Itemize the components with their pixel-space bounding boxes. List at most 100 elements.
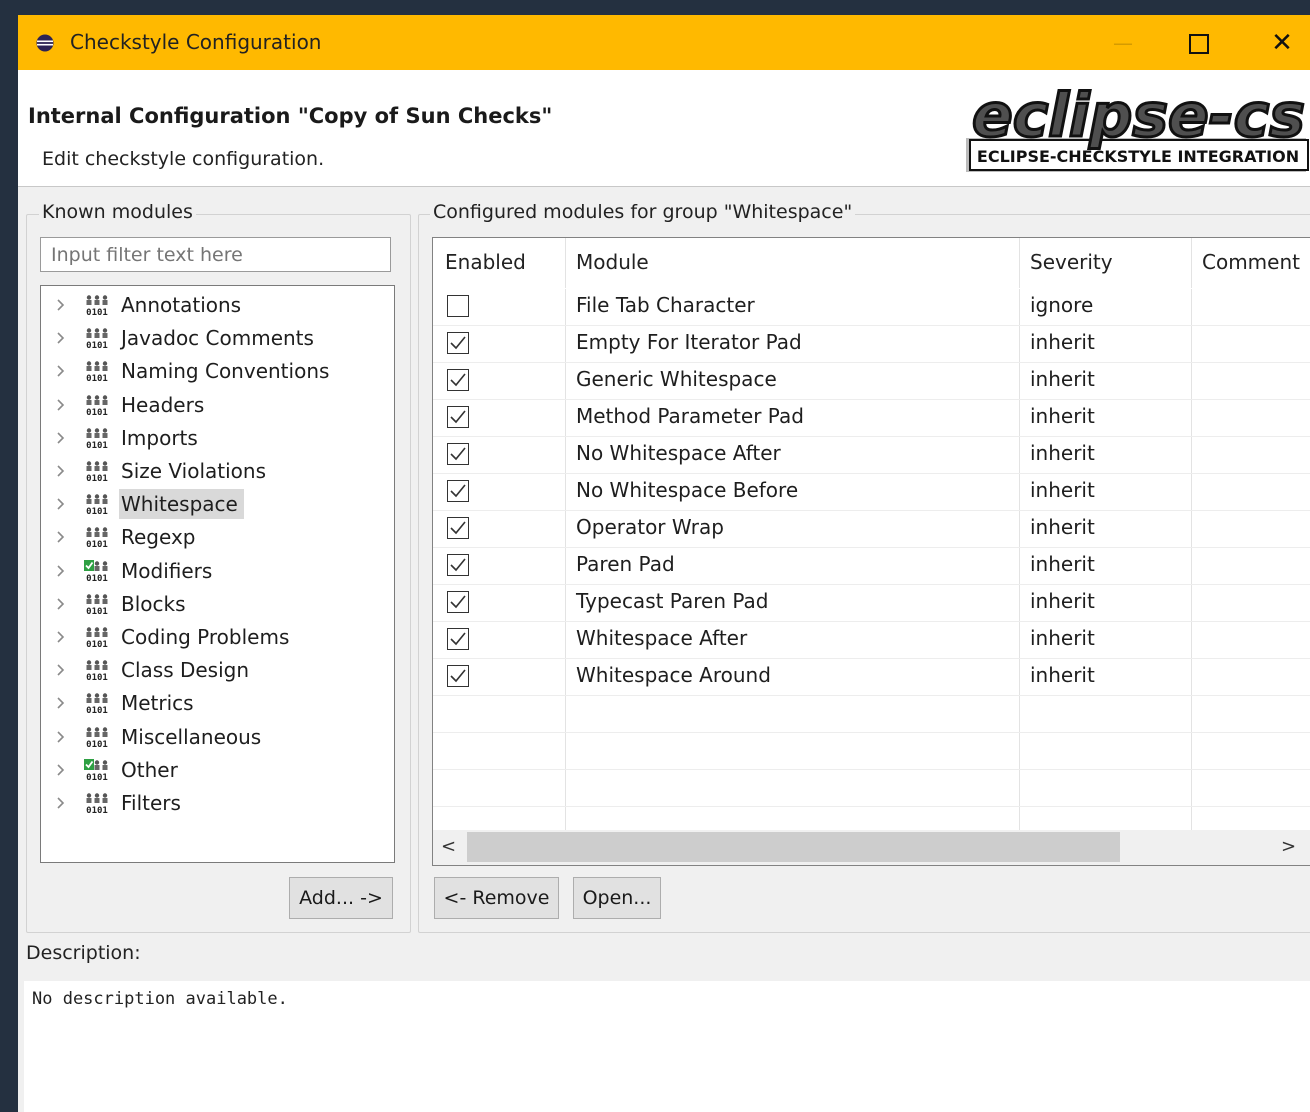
module-icon: 0101 bbox=[86, 428, 108, 449]
module-name-cell: Empty For Iterator Pad bbox=[576, 330, 802, 354]
tree-item-miscellaneous[interactable]: 0101 Miscellaneous bbox=[55, 722, 267, 752]
tree-item-imports[interactable]: 0101 Imports bbox=[55, 423, 204, 453]
enabled-checkbox[interactable] bbox=[447, 443, 469, 465]
add-module-button[interactable]: Add... -> bbox=[289, 877, 393, 919]
chevron-right-icon[interactable] bbox=[55, 565, 67, 577]
module-filter-input[interactable] bbox=[40, 237, 391, 272]
chevron-right-icon[interactable] bbox=[55, 399, 67, 411]
enabled-checkbox[interactable] bbox=[447, 406, 469, 428]
enabled-checkbox[interactable] bbox=[447, 295, 469, 317]
eclipse-cs-logo: eclipse-cs ECLIPSE-CHECKSTYLE INTEGRATIO… bbox=[966, 80, 1309, 172]
description-label: Description: bbox=[26, 942, 141, 964]
tree-item-label: Javadoc Comments bbox=[121, 326, 314, 351]
enabled-checkbox[interactable] bbox=[447, 480, 469, 502]
tree-item-class-design[interactable]: 0101 Class Design bbox=[55, 655, 255, 685]
description-area[interactable]: No description available. bbox=[24, 981, 1310, 1112]
horizontal-scrollbar[interactable]: < > bbox=[433, 830, 1310, 865]
severity-cell: inherit bbox=[1030, 367, 1095, 391]
tree-item-coding-problems[interactable]: 0101 Coding Problems bbox=[55, 622, 295, 652]
enabled-checkbox[interactable] bbox=[447, 591, 469, 613]
enabled-checkbox[interactable] bbox=[447, 665, 469, 687]
enabled-checkbox[interactable] bbox=[447, 628, 469, 650]
close-icon[interactable]: ✕ bbox=[1262, 23, 1302, 63]
chevron-right-icon[interactable] bbox=[55, 299, 67, 311]
chevron-right-icon[interactable] bbox=[55, 598, 67, 610]
severity-cell: inherit bbox=[1030, 515, 1095, 539]
module-name-cell: Typecast Paren Pad bbox=[576, 589, 769, 613]
enabled-checkbox[interactable] bbox=[447, 554, 469, 576]
svg-text:0101: 0101 bbox=[86, 441, 108, 449]
chevron-right-icon[interactable] bbox=[55, 631, 67, 643]
column-header-severity[interactable]: Severity bbox=[1030, 250, 1113, 274]
tree-item-label: Naming Conventions bbox=[121, 359, 330, 384]
chevron-right-icon[interactable] bbox=[55, 332, 67, 344]
column-header-enabled[interactable]: Enabled bbox=[445, 250, 526, 274]
remove-module-button[interactable]: <- Remove bbox=[434, 877, 559, 919]
maximize-icon[interactable] bbox=[1179, 23, 1219, 63]
tree-item-label: Class Design bbox=[121, 658, 250, 683]
chevron-right-icon[interactable] bbox=[55, 365, 67, 377]
severity-cell: inherit bbox=[1030, 404, 1095, 428]
svg-text:0101: 0101 bbox=[86, 507, 108, 515]
logo-tagline: ECLIPSE-CHECKSTYLE INTEGRATION bbox=[977, 147, 1299, 166]
chevron-right-icon[interactable] bbox=[55, 797, 67, 809]
severity-cell: inherit bbox=[1030, 330, 1095, 354]
enabled-checkbox[interactable] bbox=[447, 517, 469, 539]
chevron-right-icon[interactable] bbox=[55, 432, 67, 444]
chevron-right-icon[interactable] bbox=[55, 498, 67, 510]
module-icon: 0101 bbox=[86, 594, 108, 615]
tree-item-label: Metrics bbox=[121, 691, 194, 716]
scroll-left-icon[interactable]: < bbox=[441, 836, 456, 857]
svg-text:0101: 0101 bbox=[86, 408, 108, 416]
tree-item-naming-conventions[interactable]: 0101 Naming Conventions bbox=[55, 356, 335, 386]
tree-item-label: Coding Problems bbox=[121, 625, 290, 649]
tree-item-size-violations[interactable]: 0101 Size Violations bbox=[55, 456, 272, 486]
minimize-icon[interactable]: — bbox=[1103, 23, 1143, 63]
title-bar[interactable]: Checkstyle Configuration — ✕ bbox=[18, 15, 1310, 70]
tree-item-annotations[interactable]: 0101 Annotations bbox=[55, 290, 247, 320]
module-icon: 0101 bbox=[86, 693, 108, 714]
tree-item-whitespace[interactable]: 0101 Whitespace bbox=[55, 489, 244, 520]
tree-item-headers[interactable]: 0101 Headers bbox=[55, 390, 210, 420]
module-icon: 0101 bbox=[86, 361, 108, 382]
column-header-module[interactable]: Module bbox=[576, 250, 649, 274]
chevron-right-icon[interactable] bbox=[55, 664, 67, 676]
open-module-button[interactable]: Open... bbox=[573, 877, 661, 919]
chevron-right-icon[interactable] bbox=[55, 731, 67, 743]
eclipse-icon bbox=[36, 34, 54, 52]
severity-cell: inherit bbox=[1030, 663, 1095, 687]
chevron-right-icon[interactable] bbox=[55, 531, 67, 543]
configured-modules-table[interactable]: Enabled Module Severity Comment File Tab… bbox=[432, 237, 1310, 866]
chevron-right-icon[interactable] bbox=[55, 764, 67, 776]
tree-item-blocks[interactable]: 0101 Blocks bbox=[55, 589, 192, 619]
column-header-comment[interactable]: Comment bbox=[1202, 250, 1300, 274]
module-icon: 0101 bbox=[86, 660, 108, 681]
svg-text:0101: 0101 bbox=[86, 806, 108, 814]
module-icon: 0101 bbox=[86, 494, 108, 515]
module-checked-icon: 0101 bbox=[84, 559, 108, 582]
enabled-checkbox[interactable] bbox=[447, 369, 469, 391]
tree-item-regexp[interactable]: 0101 Regexp bbox=[55, 522, 201, 552]
module-name-cell: Method Parameter Pad bbox=[576, 404, 804, 428]
svg-text:0101: 0101 bbox=[86, 607, 108, 615]
tree-item-modifiers[interactable]: 0101 Modifiers bbox=[55, 556, 218, 586]
scroll-right-icon[interactable]: > bbox=[1281, 836, 1296, 857]
severity-cell: inherit bbox=[1030, 552, 1095, 576]
svg-text:0101: 0101 bbox=[86, 341, 108, 349]
tree-item-javadoc-comments[interactable]: 0101 Javadoc Comments bbox=[55, 323, 320, 353]
tree-item-label: Annotations bbox=[121, 293, 242, 317]
scrollbar-thumb[interactable] bbox=[467, 832, 1120, 862]
tree-item-metrics[interactable]: 0101 Metrics bbox=[55, 688, 200, 718]
tree-item-label: Headers bbox=[121, 392, 205, 417]
tree-item-label: Imports bbox=[121, 425, 198, 450]
module-icon: 0101 bbox=[86, 394, 108, 416]
dialog-subtitle: Edit checkstyle configuration. bbox=[42, 148, 325, 170]
module-icon: 0101 bbox=[86, 295, 108, 316]
tree-item-other[interactable]: 0101 Other bbox=[55, 755, 184, 785]
tree-item-filters[interactable]: 0101 Filters bbox=[55, 788, 187, 818]
chevron-right-icon[interactable] bbox=[55, 697, 67, 709]
chevron-right-icon[interactable] bbox=[55, 465, 67, 477]
known-modules-tree[interactable]: 0101 Annotations 0101 Javadoc Comments 0101 N… bbox=[40, 285, 395, 863]
enabled-checkbox[interactable] bbox=[447, 332, 469, 354]
severity-cell: ignore bbox=[1030, 293, 1094, 317]
